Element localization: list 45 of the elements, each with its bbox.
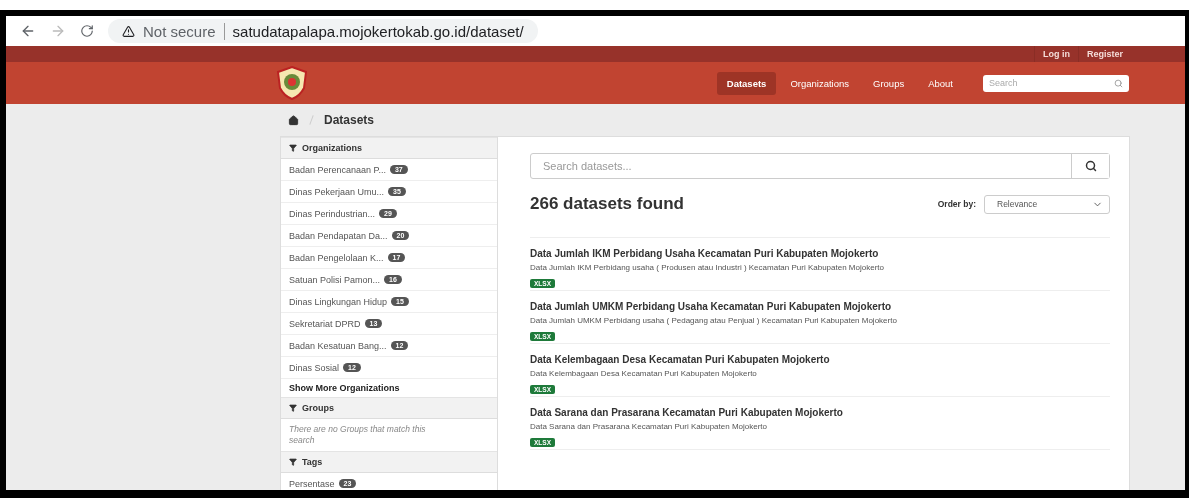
facet-title: Tags — [302, 457, 323, 468]
search-button[interactable] — [1071, 154, 1109, 178]
filter-icon — [289, 144, 297, 152]
dataset-description: Data Jumlah UMKM Perbidang usaha ( Pedagang atau Penjual ) Kecamatan Puri Kabupaten Mojokerto — [530, 316, 898, 325]
breadcrumb-link[interactable]: Datasets — [324, 113, 375, 127]
facet-label: Dinas Lingkungan Hidup — [289, 296, 388, 307]
dataset-title[interactable]: Data Jumlah UMKM Perbidang Usaha Kecamatan Puri Kabupaten Mojokerto — [530, 301, 1110, 312]
facet-label: Satuan Polisi Pamon... — [289, 274, 381, 285]
facet-title: Groups — [302, 403, 334, 413]
facet-label: Dinas Perindustrian... — [289, 208, 376, 219]
show-more-link[interactable]: Show More Organizations — [281, 379, 497, 397]
order-label: Order by: — [937, 199, 976, 209]
facet-label: Badan Kesatuan Bang... — [289, 340, 387, 351]
facet-label: Dinas Pekerjaan Umu... — [289, 186, 385, 197]
nav-tab[interactable]: About — [918, 71, 963, 95]
dataset-description: Data Kelembagaan Desa Kecamatan Puri Kabupaten Mojokerto — [530, 369, 758, 378]
security-label: Not secure — [143, 22, 225, 40]
warning-icon — [122, 24, 135, 38]
nav-tab[interactable]: Groups — [863, 71, 915, 95]
nav-tab[interactable]: Organizations — [780, 71, 859, 95]
search-icon — [1084, 160, 1097, 172]
facet-label: Persentase — [289, 478, 335, 489]
filter-icon — [289, 404, 297, 412]
back-icon[interactable] — [20, 23, 36, 39]
dataset-title[interactable]: Data Sarana dan Prasarana Kecamatan Puri Kabupaten Mojokerto — [530, 407, 1110, 418]
empty-message: There are no Groups that match this search — [288, 423, 427, 448]
facet-label: Badan Pendapatan Da... — [289, 230, 388, 241]
nav-tab[interactable]: Datasets — [716, 71, 777, 95]
facet-title: Organizations — [302, 143, 362, 153]
url-text: satudatapalapa.mojokertokab.go.id/dataset/ — [232, 22, 524, 40]
dataset-description: Data Jumlah IKM Perbidang usaha ( Produsen atau Industri ) Kecamatan Puri Kabupaten Mojokerto — [530, 263, 885, 272]
dataset-title[interactable]: Data Kelembagaan Desa Kecamatan Puri Kabupaten Mojokerto — [530, 354, 1110, 365]
reload-icon[interactable] — [80, 24, 94, 38]
dataset-title[interactable]: Data Jumlah IKM Perbidang Usaha Kecamatan Puri Kabupaten Mojokerto — [530, 248, 1110, 259]
dataset-description: Data Sarana dan Prasarana Kecamatan Puri Kabupaten Mojokerto — [530, 422, 769, 431]
results-count: 266 datasets found — [530, 194, 685, 214]
address-bar[interactable]: Not secure satudatapalapa.mojokertokab.go.id/dataset/ — [108, 19, 538, 43]
facet-label: Badan Perencanaan P... — [289, 164, 386, 175]
facet-label: Badan Pengelolaan K... — [289, 252, 384, 263]
shield-logo-icon[interactable] — [276, 66, 308, 100]
facet-label: Dinas Sosial — [289, 362, 340, 373]
order-select[interactable]: Relevance — [984, 194, 1110, 214]
home-icon[interactable] — [288, 114, 299, 126]
filter-icon — [289, 458, 297, 467]
facet-label: Sekretariat DPRD — [289, 318, 361, 329]
